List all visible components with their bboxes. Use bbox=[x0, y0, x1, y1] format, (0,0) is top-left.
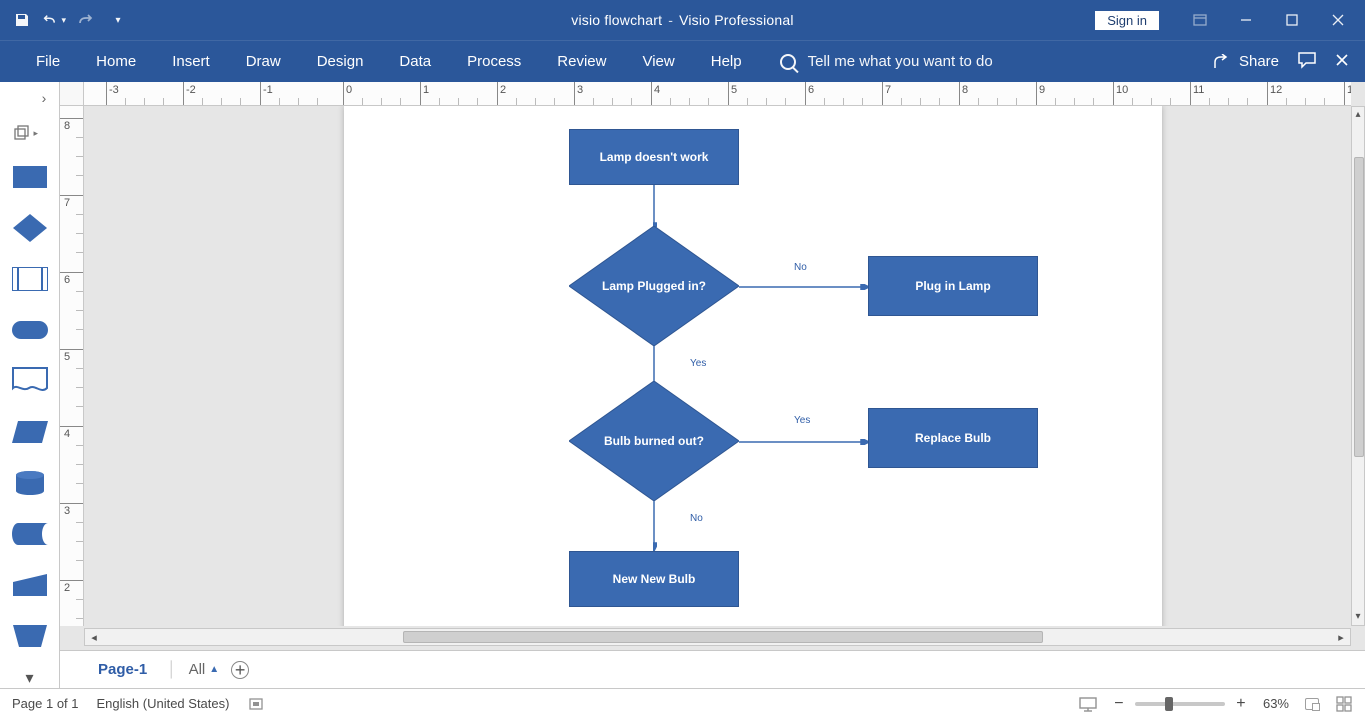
all-pages-button[interactable]: All ▲ bbox=[189, 661, 220, 678]
h-scroll-thumb[interactable] bbox=[403, 631, 1043, 643]
ruler-corner bbox=[60, 82, 84, 106]
action-replace-label: Replace Bulb bbox=[915, 431, 991, 445]
scroll-left-icon[interactable]: ◂ bbox=[85, 631, 103, 644]
home-tab[interactable]: Home bbox=[78, 43, 154, 80]
decision1-label: Lamp Plugged in? bbox=[602, 279, 706, 293]
edge-label-yes-2: Yes bbox=[794, 415, 810, 426]
zoom-in-button[interactable]: + bbox=[1233, 695, 1249, 713]
redo-button[interactable] bbox=[74, 8, 98, 32]
vertical-ruler[interactable]: 8765432 bbox=[60, 106, 84, 626]
draw-tab[interactable]: Draw bbox=[228, 43, 299, 80]
view-tab[interactable]: View bbox=[624, 43, 692, 80]
flowchart-start[interactable]: Lamp doesn't work bbox=[569, 129, 739, 185]
shape-database[interactable] bbox=[10, 464, 50, 501]
file-tab[interactable]: File bbox=[18, 43, 78, 80]
canvas[interactable]: Lamp doesn't work Lamp Plugged in? No bbox=[84, 106, 1351, 626]
flowchart-end-label: New New Bulb bbox=[613, 572, 696, 586]
edge-label-no-1: No bbox=[794, 262, 807, 273]
edge-label-yes-1: Yes bbox=[690, 358, 706, 369]
page-tab-bar: Page-1 │ All ▲ + bbox=[60, 650, 1365, 688]
edge-label-no-2: No bbox=[690, 513, 703, 524]
chevron-up-icon: ▲ bbox=[209, 664, 219, 675]
shape-stored-data[interactable] bbox=[10, 515, 50, 552]
flowchart-start-label: Lamp doesn't work bbox=[600, 150, 709, 164]
language-indicator[interactable]: English (United States) bbox=[97, 696, 230, 711]
fit-to-window-icon[interactable] bbox=[1303, 695, 1321, 713]
macro-recorder-icon[interactable] bbox=[247, 695, 265, 713]
flowchart-decision-plugged[interactable]: Lamp Plugged in? bbox=[569, 226, 739, 346]
flowchart-end[interactable]: New New Bulb bbox=[569, 551, 739, 607]
shape-subprocess[interactable] bbox=[10, 260, 50, 297]
qat-customize-icon[interactable]: ▾ bbox=[106, 8, 130, 32]
page-tab-1[interactable]: Page-1 bbox=[90, 655, 155, 684]
quick-access-toolbar: ▾ ▾ bbox=[0, 8, 130, 32]
action-plugin-label: Plug in Lamp bbox=[915, 279, 990, 293]
shapes-panel: › ▸ bbox=[0, 82, 60, 688]
zoom-slider[interactable]: − + bbox=[1111, 695, 1249, 713]
shape-data-io[interactable] bbox=[10, 413, 50, 450]
zoom-track[interactable] bbox=[1135, 702, 1225, 706]
close-button[interactable] bbox=[1315, 5, 1361, 35]
review-tab[interactable]: Review bbox=[539, 43, 624, 80]
flowchart-action-plugin[interactable]: Plug in Lamp bbox=[868, 256, 1038, 316]
scroll-right-icon[interactable]: ▸ bbox=[1332, 631, 1350, 644]
shape-process[interactable] bbox=[10, 159, 50, 196]
expand-shapes-icon[interactable]: › bbox=[29, 88, 59, 108]
tell-me-placeholder: Tell me what you want to do bbox=[808, 53, 993, 70]
tell-me-search[interactable]: Tell me what you want to do bbox=[780, 53, 993, 70]
status-bar: Page 1 of 1 English (United States) − + … bbox=[0, 688, 1365, 718]
share-label: Share bbox=[1239, 53, 1279, 70]
flowchart-action-replace[interactable]: Replace Bulb bbox=[868, 408, 1038, 468]
comments-icon[interactable] bbox=[1297, 51, 1317, 73]
scroll-up-icon[interactable]: ▴ bbox=[1352, 107, 1364, 123]
add-page-button[interactable]: + bbox=[231, 661, 249, 679]
presentation-mode-icon[interactable] bbox=[1079, 695, 1097, 713]
ribbon-tab-list: File Home Insert Draw Design Data Proces… bbox=[0, 43, 760, 80]
design-tab[interactable]: Design bbox=[299, 43, 382, 80]
page-counter[interactable]: Page 1 of 1 bbox=[12, 696, 79, 711]
stencil-toolbar-icon[interactable]: ▸ bbox=[10, 122, 50, 144]
shape-manual-operation[interactable] bbox=[10, 617, 50, 654]
shape-terminator[interactable] bbox=[10, 311, 50, 348]
flowchart-decision-bulb[interactable]: Bulb burned out? bbox=[569, 381, 739, 501]
pan-zoom-icon[interactable] bbox=[1335, 695, 1353, 713]
decision2-label: Bulb burned out? bbox=[604, 434, 704, 448]
zoom-out-button[interactable]: − bbox=[1111, 695, 1127, 713]
horizontal-ruler[interactable]: -3-2-1012345678910111213 bbox=[84, 82, 1351, 106]
undo-button[interactable]: ▾ bbox=[42, 8, 66, 32]
scroll-down-icon[interactable]: ▾ bbox=[1352, 609, 1364, 625]
ribbon-tabs: File Home Insert Draw Design Data Proces… bbox=[0, 40, 1365, 82]
product-name: Visio Professional bbox=[679, 12, 794, 28]
title-bar: ▾ ▾ visio flowchart - Visio Professional… bbox=[0, 0, 1365, 40]
workspace: › ▸ bbox=[0, 82, 1365, 688]
all-pages-label: All bbox=[189, 661, 206, 678]
collapse-ribbon-icon[interactable] bbox=[1335, 51, 1349, 72]
zoom-thumb[interactable] bbox=[1165, 697, 1173, 711]
minimize-button[interactable] bbox=[1223, 5, 1269, 35]
zoom-level[interactable]: 63% bbox=[1263, 696, 1289, 711]
horizontal-scrollbar[interactable]: ◂ ▸ bbox=[84, 628, 1351, 646]
ribbon-display-options-icon[interactable] bbox=[1177, 5, 1223, 35]
share-button[interactable]: Share bbox=[1213, 53, 1279, 70]
save-icon[interactable] bbox=[10, 8, 34, 32]
process-tab[interactable]: Process bbox=[449, 43, 539, 80]
drawing-area: -3-2-1012345678910111213 8765432 Lamp do… bbox=[60, 82, 1365, 688]
shape-document[interactable] bbox=[10, 362, 50, 399]
search-icon bbox=[780, 54, 796, 70]
sign-in-button[interactable]: Sign in bbox=[1095, 11, 1159, 30]
vertical-scrollbar[interactable]: ▴ ▾ bbox=[1351, 106, 1365, 626]
data-tab[interactable]: Data bbox=[381, 43, 449, 80]
h-scroll-track[interactable] bbox=[103, 629, 1332, 645]
maximize-button[interactable] bbox=[1269, 5, 1315, 35]
v-scroll-thumb[interactable] bbox=[1354, 157, 1364, 457]
drawing-page[interactable]: Lamp doesn't work Lamp Plugged in? No bbox=[344, 106, 1162, 626]
help-tab[interactable]: Help bbox=[693, 43, 760, 80]
more-shapes-icon[interactable]: ▾ bbox=[25, 668, 33, 688]
shape-decision[interactable] bbox=[10, 209, 50, 246]
insert-tab[interactable]: Insert bbox=[154, 43, 228, 80]
shape-manual-input[interactable] bbox=[10, 566, 50, 603]
document-name: visio flowchart bbox=[571, 12, 662, 28]
